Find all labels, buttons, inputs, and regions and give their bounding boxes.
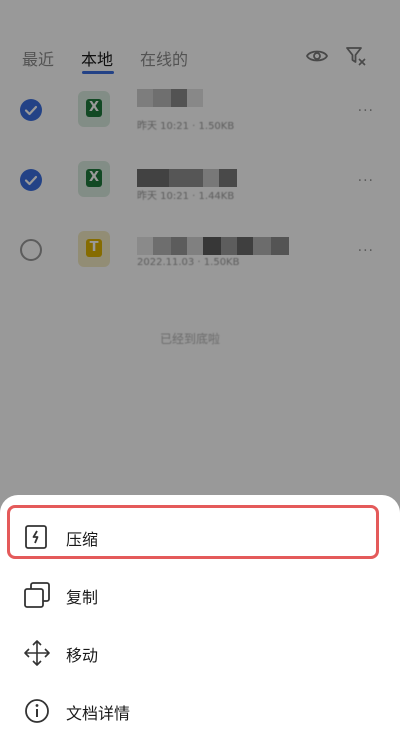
menu-item-label: 移动 bbox=[66, 646, 99, 665]
menu-item-document-details[interactable]: 文档详情 bbox=[0, 683, 400, 739]
info-icon bbox=[25, 699, 49, 723]
menu-item-move[interactable]: 移动 bbox=[0, 625, 400, 681]
action-sheet: 压缩 复制 移动 文档详情 bbox=[0, 495, 400, 739]
menu-item-label: 文档详情 bbox=[66, 704, 131, 723]
compress-icon bbox=[25, 525, 47, 549]
menu-item-label: 压缩 bbox=[66, 530, 99, 549]
menu-item-label: 复制 bbox=[66, 588, 99, 607]
menu-item-compress[interactable]: 压缩 bbox=[0, 505, 400, 565]
move-icon bbox=[24, 640, 50, 666]
highlight-frame bbox=[7, 505, 379, 559]
menu-item-copy[interactable]: 复制 bbox=[0, 567, 400, 623]
copy-icon bbox=[24, 582, 50, 608]
